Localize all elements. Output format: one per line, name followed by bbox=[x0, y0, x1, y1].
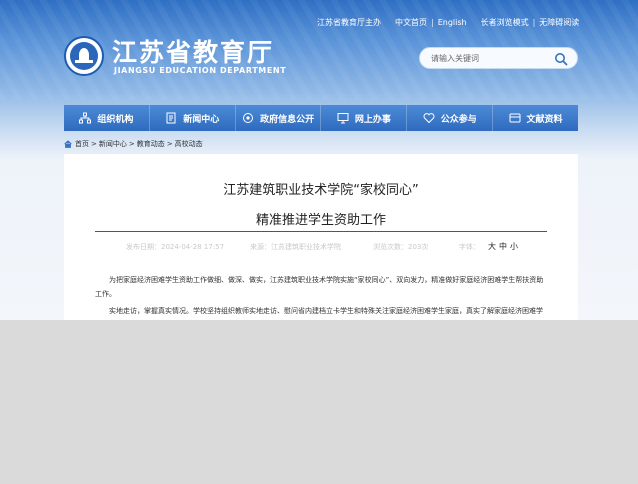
nav-label: 组织机构 bbox=[97, 114, 134, 125]
site-title[interactable]: 江苏省教育厅 bbox=[112, 33, 274, 69]
article-title-line2: 精准推进学生资助工作 bbox=[255, 213, 386, 228]
nav-item-news[interactable]: 新闻中心 bbox=[150, 105, 236, 131]
top-link-separator: | bbox=[532, 18, 536, 27]
breadcrumb-arrow: > bbox=[91, 140, 97, 148]
view-count: 浏览次数：203次 bbox=[373, 243, 429, 251]
sponsor-text: 江苏省教育厅主办 bbox=[317, 18, 381, 27]
article-title-line1: 江苏建筑职业技术学院“家校同心” bbox=[223, 183, 419, 198]
nav-label: 文献资料 bbox=[526, 114, 563, 125]
elder-mode-link[interactable]: 长者浏览模式 bbox=[481, 17, 529, 28]
chinese-home-link[interactable]: 中文首页 bbox=[395, 17, 427, 28]
news-icon bbox=[166, 112, 176, 124]
english-link[interactable]: English bbox=[438, 18, 467, 27]
disclosure-icon bbox=[243, 113, 254, 123]
nav-label: 政府信息公开 bbox=[260, 114, 315, 125]
top-links: 江苏省教育厅主办 中文首页 | English 长者浏览模式 | 无障碍阅读 bbox=[317, 17, 579, 28]
breadcrumb-news-center[interactable]: 新闻中心 bbox=[99, 139, 127, 149]
online-service-icon bbox=[337, 113, 349, 124]
top-link-separator: | bbox=[431, 18, 434, 27]
breadcrumb-arrow: > bbox=[128, 140, 135, 148]
org-icon bbox=[79, 112, 92, 124]
documents-icon bbox=[509, 113, 521, 123]
font-size-control: 大 中 小 bbox=[486, 241, 523, 252]
font-size-label: 字体： bbox=[459, 243, 480, 251]
breadcrumb-university-news[interactable]: 高校动态 bbox=[175, 139, 203, 149]
accessible-reading-link[interactable]: 无障碍阅读 bbox=[539, 17, 579, 28]
nav-label: 新闻中心 bbox=[183, 114, 220, 125]
heart-icon bbox=[423, 113, 435, 124]
breadcrumb-home[interactable]: 首页 bbox=[75, 139, 89, 149]
search-icon[interactable] bbox=[554, 52, 568, 66]
site-logo[interactable] bbox=[64, 36, 104, 76]
font-size-small-button[interactable]: 小 bbox=[510, 241, 518, 252]
article-source: 来源：江苏建筑职业技术学院 bbox=[250, 243, 341, 251]
nav-item-organization[interactable]: 组织机构 bbox=[64, 105, 150, 131]
nav-item-online-service[interactable]: 网上办事 bbox=[321, 105, 408, 131]
nav-label: 网上办事 bbox=[354, 114, 391, 125]
home-icon bbox=[64, 140, 72, 148]
search-input[interactable] bbox=[431, 53, 551, 63]
loading-overlay bbox=[0, 320, 638, 484]
main-nav: 组织机构 新闻中心 政府信息公开 网上办事 公众参与 文献资料 bbox=[64, 105, 578, 131]
font-size-large-button[interactable]: 大 bbox=[488, 241, 496, 252]
nav-item-disclosure[interactable]: 政府信息公开 bbox=[236, 105, 322, 131]
site-subtitle: JIANGSU EDUCATION DEPARTMENT bbox=[114, 66, 287, 75]
nav-item-public-participation[interactable]: 公众参与 bbox=[407, 105, 494, 131]
title-divider bbox=[95, 231, 547, 232]
article-paragraph: 为把家庭经济困难学生资助工作做细、做深、做实，江苏建筑职业技术学院实施“家校同心… bbox=[95, 276, 544, 298]
nav-label: 公众参与 bbox=[440, 114, 477, 125]
publish-date: 发布日期：2024-04-28 17:57 bbox=[126, 243, 225, 251]
breadcrumb: 首页 > 新闻中心 > 教育动态 > 高校动态 bbox=[64, 139, 203, 149]
breadcrumb-education-news[interactable]: 教育动态 bbox=[137, 139, 165, 149]
nav-item-documents[interactable]: 文献资料 bbox=[493, 105, 578, 131]
breadcrumb-arrow: > bbox=[166, 140, 173, 148]
search-box bbox=[419, 47, 578, 69]
font-size-medium-button[interactable]: 中 bbox=[499, 241, 507, 252]
